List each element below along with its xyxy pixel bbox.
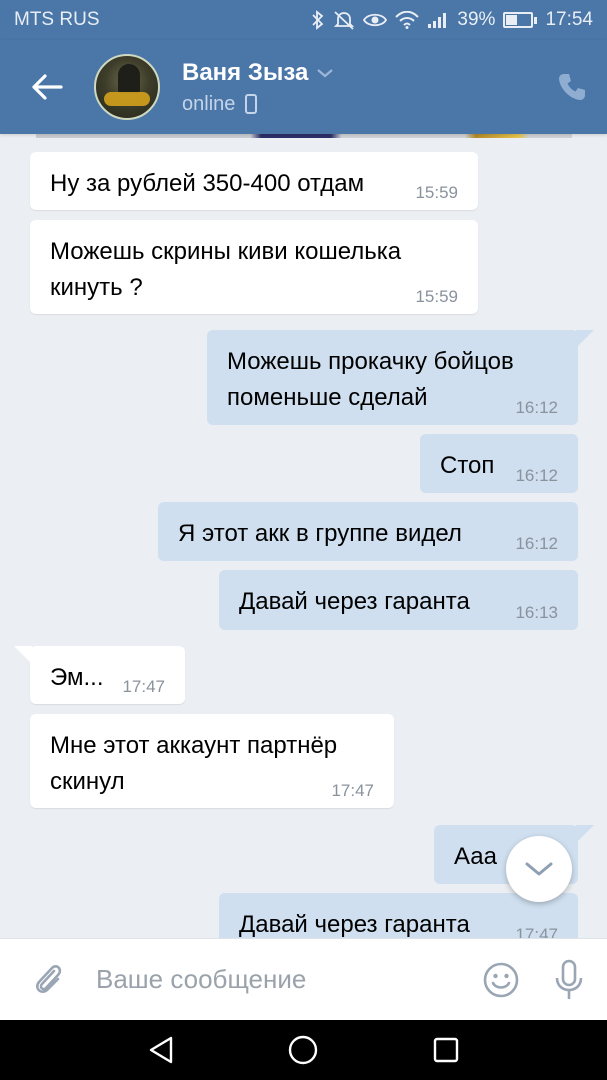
message-time: 16:13 [515, 603, 558, 622]
avatar[interactable] [94, 54, 160, 120]
signal-icon [427, 11, 449, 29]
bluetooth-icon [311, 10, 325, 30]
message-time: 17:47 [331, 781, 374, 800]
back-button[interactable] [0, 40, 94, 134]
outgoing-message[interactable]: Можешь прокачку бойцов поменьше сделай 16… [207, 330, 578, 425]
message-text: Я этот акк в группе видел [178, 520, 462, 547]
carrier-name: MTS RUS [14, 9, 100, 30]
nav-back-button[interactable] [131, 1020, 191, 1080]
nav-home-button[interactable] [273, 1020, 333, 1080]
message-text: Давай через гаранта [239, 911, 470, 938]
message-text: Ну за рублей 350-400 отдам [50, 170, 365, 197]
contact-name: Ваня Зыза [182, 58, 309, 86]
message-time: 16:12 [515, 466, 558, 485]
status-icons: 39% 17:54 [311, 9, 593, 31]
message-text: Можешь скрины киви кошелька кинуть ? [50, 238, 402, 301]
cropped-image-strip [36, 134, 572, 138]
wifi-icon [395, 11, 420, 29]
mobile-device-icon [245, 94, 258, 114]
contact-status: online [182, 93, 334, 116]
outgoing-message[interactable]: Я этот акк в группе видел 16:12 [158, 502, 578, 561]
call-button[interactable] [537, 40, 607, 134]
circle-home-icon [289, 1035, 318, 1065]
chat-header: Ваня Зыза online [0, 40, 607, 134]
chevron-down-icon [317, 68, 334, 77]
message-list[interactable]: Ну за рублей 350-400 отдам 15:59 Можешь ск… [0, 134, 607, 938]
mute-icon [333, 10, 355, 30]
incoming-message[interactable]: Мне этот аккаунт партнёр скинул 17:47 [30, 714, 394, 808]
microphone-icon [555, 959, 583, 999]
message-time: 16:12 [515, 534, 558, 553]
square-recents-icon [433, 1037, 459, 1063]
message-text: Можешь прокачку бойцов поменьше сделай [227, 348, 514, 411]
incoming-message[interactable]: Эм... 17:47 [30, 646, 185, 704]
triangle-back-icon [149, 1036, 173, 1064]
chevron-down-icon [525, 862, 553, 876]
status-bar: MTS RUS 39% 17:54 [0, 0, 607, 40]
message-text: Мне этот аккаунт партнёр скинул [50, 732, 338, 795]
outgoing-message[interactable]: Давай через гаранта 17:47 [219, 893, 578, 938]
attach-button[interactable] [0, 939, 96, 1021]
chat-title[interactable]: Ваня Зыза online [182, 59, 334, 116]
emoji-button[interactable] [471, 939, 531, 1021]
outgoing-message[interactable]: Стоп 16:12 [420, 434, 578, 493]
message-text: Давай через гаранта [239, 588, 470, 615]
incoming-message[interactable]: Можешь скрины киви кошелька кинуть ? 15:5… [30, 220, 478, 314]
message-time: 16:12 [515, 398, 558, 417]
paperclip-icon [36, 964, 62, 993]
battery-percent: 39% [457, 9, 496, 30]
arrow-left-icon [32, 74, 63, 100]
bubble-tail [576, 825, 594, 843]
phone-icon [559, 74, 585, 100]
online-status: online [182, 92, 236, 115]
battery-icon [503, 12, 538, 28]
incoming-message[interactable]: Ну за рублей 350-400 отдам 15:59 [30, 152, 478, 210]
nav-recents-button[interactable] [416, 1020, 476, 1080]
bubble-tail [576, 330, 594, 348]
eye-icon [363, 11, 388, 29]
system-nav-bar [0, 1020, 607, 1080]
message-input[interactable]: Ваше сообщение [96, 964, 471, 995]
composer: Ваше сообщение [0, 938, 607, 1020]
smiley-icon [483, 962, 519, 997]
message-time: 17:47 [515, 925, 558, 939]
message-time: 17:47 [122, 677, 165, 696]
outgoing-message[interactable]: Давай через гаранта 16:13 [219, 570, 578, 630]
message-time: 15:59 [415, 183, 458, 202]
voice-message-button[interactable] [531, 939, 607, 1021]
clock: 17:54 [545, 9, 593, 30]
message-time: 15:59 [415, 287, 458, 306]
bubble-tail [14, 646, 32, 664]
scroll-down-button[interactable] [506, 836, 572, 902]
